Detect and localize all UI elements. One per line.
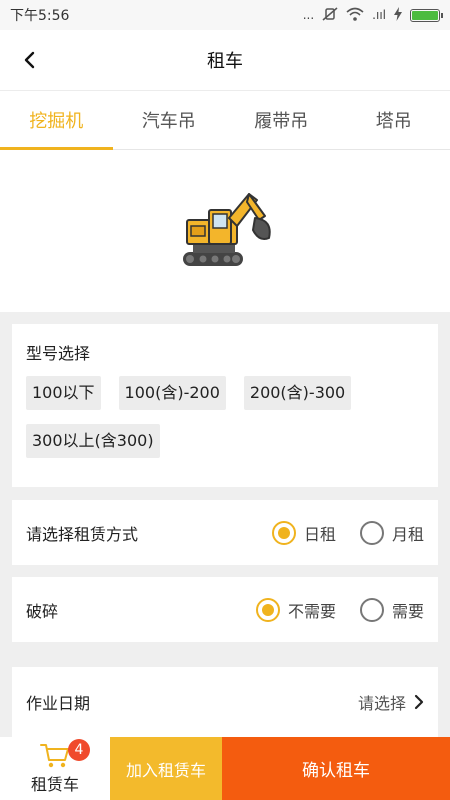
- rent-mode-radio-group: 日租 月租: [271, 520, 424, 545]
- tab-truck-crane[interactable]: 汽车吊: [113, 91, 226, 149]
- radio-label: 月租: [391, 524, 424, 544]
- radio-checked-icon: [271, 520, 296, 545]
- status-bar: 下午5:56 ... .ııl: [0, 0, 450, 30]
- back-button[interactable]: [14, 44, 44, 76]
- breaking-label: 破碎: [26, 601, 59, 621]
- radio-label: 不需要: [287, 601, 336, 621]
- vibrate-off-icon: [322, 6, 338, 24]
- rent-mode-monthly-radio[interactable]: 月租: [359, 520, 424, 545]
- model-option[interactable]: 300以上(含300): [26, 424, 160, 458]
- nav-bar: 租车: [0, 30, 450, 90]
- status-time: 下午5:56: [10, 8, 70, 24]
- breaking-radio-group: 不需要 需要: [255, 597, 424, 622]
- page-title: 租车: [207, 51, 243, 72]
- radio-unchecked-icon: [359, 520, 384, 545]
- cart-count-badge: 4: [68, 739, 90, 761]
- add-to-cart-button[interactable]: 加入租赁车: [110, 737, 222, 800]
- radio-label: 需要: [391, 601, 424, 621]
- signal-icon: .ııl: [372, 8, 386, 22]
- work-date-row[interactable]: 作业日期 请选择: [12, 667, 438, 737]
- model-option[interactable]: 100以下: [26, 376, 101, 410]
- rent-mode-label: 请选择租赁方式: [26, 524, 139, 544]
- work-date-picker[interactable]: 请选择: [358, 690, 424, 714]
- tab-excavator[interactable]: 挖掘机: [0, 91, 113, 150]
- work-date-value: 请选择: [357, 694, 406, 713]
- tab-tower-crane[interactable]: 塔吊: [338, 91, 450, 149]
- status-icons: ... .ııl: [302, 6, 443, 24]
- charging-icon: [394, 6, 402, 24]
- rent-mode-card: 请选择租赁方式 日租 月租: [12, 500, 438, 565]
- tab-crawler-crane[interactable]: 履带吊: [225, 91, 338, 149]
- excavator-icon: [183, 193, 271, 266]
- cart-icon: [40, 743, 69, 767]
- model-select-card: 型号选择 100以下 100(含)-200 200(含)-300 300以上(含…: [12, 324, 438, 487]
- breaking-needed-radio[interactable]: 需要: [359, 597, 424, 622]
- bottom-action-bar: 4 租赁车 加入租赁车 确认租车: [0, 737, 450, 800]
- wifi-icon: [346, 7, 364, 24]
- breaking-card: 破碎 不需要 需要: [12, 577, 438, 642]
- radio-checked-icon: [255, 597, 280, 622]
- model-option[interactable]: 200(含)-300: [243, 376, 352, 410]
- cart-label: 租赁车: [30, 774, 79, 794]
- category-tabs: 挖掘机 汽车吊 履带吊 塔吊: [0, 90, 450, 150]
- rent-mode-daily-radio[interactable]: 日租: [271, 520, 336, 545]
- work-date-label: 作业日期: [26, 694, 91, 713]
- model-option[interactable]: 100(含)-200: [118, 376, 226, 410]
- chevron-right-icon: [414, 694, 424, 710]
- more-dots-icon: ...: [302, 8, 315, 22]
- radio-unchecked-icon: [359, 597, 384, 622]
- confirm-rent-button[interactable]: 确认租车: [222, 737, 450, 800]
- model-select-title: 型号选择: [26, 344, 91, 363]
- breaking-not-needed-radio[interactable]: 不需要: [255, 597, 336, 622]
- rental-cart-button[interactable]: 4 租赁车: [0, 737, 110, 800]
- battery-icon: [410, 8, 443, 22]
- model-options: 100以下 100(含)-200 200(含)-300 300以上(含300): [26, 376, 424, 458]
- radio-label: 日租: [303, 524, 336, 544]
- hero-section: [0, 150, 450, 312]
- chevron-left-icon: [24, 51, 35, 69]
